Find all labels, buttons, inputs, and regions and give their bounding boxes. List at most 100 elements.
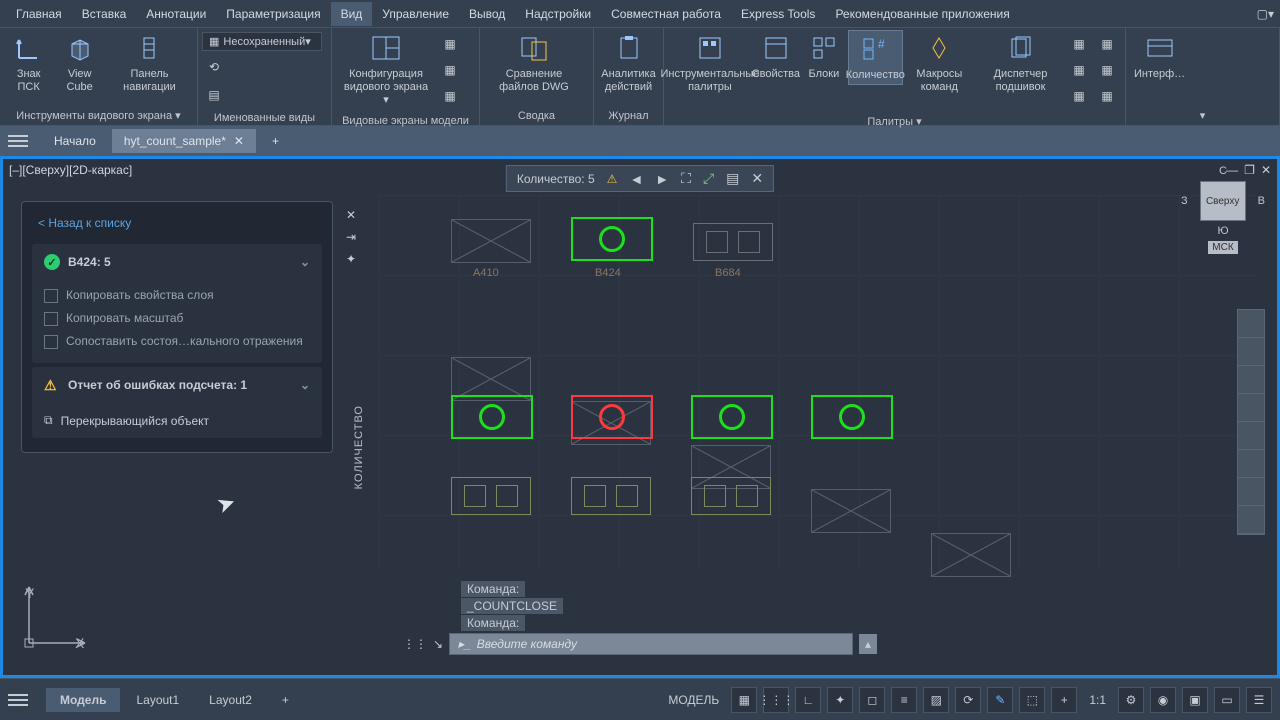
blocks-button[interactable]: Блоки — [800, 30, 848, 83]
match-mirror-state-checkbox[interactable]: Сопоставить состоя…кального отражения — [40, 330, 314, 353]
properties-button[interactable]: Свойства — [752, 30, 800, 83]
status-dyn-icon[interactable]: + — [1051, 687, 1077, 713]
nav-panel-button[interactable]: Панель навигации — [106, 30, 193, 96]
block-b424-error[interactable] — [571, 395, 653, 439]
count-prev-icon[interactable]: ◄ — [629, 171, 643, 187]
layout-tab-add[interactable]: + — [268, 688, 303, 712]
menu-home[interactable]: Главная — [6, 2, 72, 26]
count-next-icon[interactable]: ► — [655, 171, 669, 187]
panel-settings-icon[interactable]: ✦ — [342, 250, 360, 268]
vc-south[interactable]: Ю — [1181, 225, 1265, 237]
named-view-combo[interactable]: ▦Несохраненный▾ — [202, 32, 322, 51]
menu-extra-icon[interactable]: ▢▾ — [1257, 7, 1274, 21]
vc-wcs-badge[interactable]: МСК — [1208, 241, 1237, 254]
ribbon-label-viewport-tools[interactable]: Инструменты видового экрана ▾ — [0, 106, 197, 125]
menu-parametrize[interactable]: Параметризация — [216, 2, 330, 26]
pal-small-4[interactable]: ▦ — [1095, 32, 1119, 56]
block-cross[interactable] — [811, 489, 891, 533]
block-dbl[interactable] — [691, 477, 771, 515]
status-isolate-icon[interactable]: ◉ — [1150, 687, 1176, 713]
pal-small-3[interactable]: ▦ — [1067, 84, 1091, 108]
menu-insert[interactable]: Вставка — [72, 2, 137, 26]
status-clean-icon[interactable]: ▭ — [1214, 687, 1240, 713]
overlapping-object-item[interactable]: ⧉ Перекрывающийся объект — [32, 403, 322, 438]
status-ortho-icon[interactable]: ∟ — [795, 687, 821, 713]
layout-tab-1[interactable]: Layout1 — [122, 688, 193, 712]
count-result-header[interactable]: ✓ B424: 5 ⌄ — [32, 244, 322, 280]
status-cycling-icon[interactable]: ⟳ — [955, 687, 981, 713]
menu-addins[interactable]: Надстройки — [515, 2, 601, 26]
status-model-badge[interactable]: МОДЕЛЬ — [662, 693, 725, 707]
canvas[interactable]: A410 B424 B684 — [379, 195, 1257, 571]
layout-tab-model[interactable]: Модель — [46, 688, 120, 712]
close-tab-icon[interactable]: ✕ — [234, 134, 244, 148]
viewcube-button[interactable]: View Cube — [53, 30, 106, 96]
status-annotation-icon[interactable]: ✎ — [987, 687, 1013, 713]
status-3d-icon[interactable]: ⬚ — [1019, 687, 1045, 713]
count-errors-header[interactable]: ⚠ Отчет об ошибках подсчета: 1 ⌄ — [32, 367, 322, 403]
viewport-config-button[interactable]: Конфигурация видового экрана ▾ — [336, 30, 436, 110]
block-dbl[interactable] — [451, 477, 531, 515]
vc-west[interactable]: З — [1181, 195, 1188, 207]
ribbon-expand[interactable]: ▾ — [1126, 106, 1279, 125]
vp-small-1[interactable]: ▦ — [438, 32, 462, 56]
status-osnap-icon[interactable]: ◻ — [859, 687, 885, 713]
block-dbl[interactable] — [571, 477, 651, 515]
cmd-expand-icon[interactable]: ▴ — [859, 634, 877, 654]
interface-button[interactable]: Интерф… — [1130, 30, 1189, 83]
ribbon-label-palettes[interactable]: Палитры ▾ — [664, 112, 1125, 131]
count-select-icon[interactable]: ⛶ — [681, 170, 691, 187]
layout-tab-2[interactable]: Layout2 — [195, 688, 266, 712]
vp-small-3[interactable]: ▦ — [438, 84, 462, 108]
count-zoom-icon[interactable]: ⤢ — [703, 170, 714, 187]
viewcube-widget[interactable]: С З Сверху В Ю МСК — [1181, 165, 1265, 285]
menu-view[interactable]: Вид — [331, 2, 373, 26]
cmd-recent-icon[interactable]: ↘ — [433, 637, 443, 651]
menu-output[interactable]: Вывод — [459, 2, 515, 26]
menu-manage[interactable]: Управление — [372, 2, 459, 26]
block-b424-counted[interactable] — [811, 395, 893, 439]
status-scale[interactable]: 1:1 — [1083, 693, 1112, 707]
dwg-compare-button[interactable]: Сравнение файлов DWG — [484, 30, 584, 96]
vc-top-face[interactable]: Сверху — [1200, 181, 1246, 221]
copy-scale-checkbox[interactable]: Копировать масштаб — [40, 307, 314, 330]
ucs-sign-button[interactable]: Знак ПСК — [4, 30, 53, 96]
named-view-btn2[interactable]: ▤ — [202, 83, 226, 107]
vc-north[interactable]: С — [1181, 165, 1265, 177]
tab-menu-icon[interactable] — [8, 135, 28, 147]
command-input[interactable]: ▸_Введите команду — [449, 633, 853, 655]
tool-palettes-button[interactable]: Инструментальные палитры — [668, 30, 752, 96]
back-to-list-link[interactable]: < Назад к списку — [26, 206, 328, 240]
status-grid-icon[interactable]: ▦ — [731, 687, 757, 713]
navigation-bar[interactable] — [1237, 309, 1265, 535]
layout-menu-icon[interactable] — [8, 694, 28, 706]
viewport-label[interactable]: [–][Сверху][2D-каркас] — [9, 163, 132, 177]
pal-small-5[interactable]: ▦ — [1095, 58, 1119, 82]
copy-layer-props-checkbox[interactable]: Копировать свойства слоя — [40, 284, 314, 307]
cmd-handle-icon[interactable]: ⋮⋮ — [403, 637, 427, 651]
menu-recommended[interactable]: Рекомендованные приложения — [825, 2, 1019, 26]
block-b684[interactable] — [693, 223, 773, 261]
count-table-icon[interactable]: ▤ — [726, 170, 739, 187]
command-macros-button[interactable]: Макросы команд — [903, 30, 976, 96]
count-vertical-tab[interactable]: КОЛИЧЕСТВО — [351, 399, 367, 495]
status-hardware-icon[interactable]: ▣ — [1182, 687, 1208, 713]
drawing-area[interactable]: [–][Сверху][2D-каркас] — ❐ ✕ Количество:… — [0, 156, 1280, 678]
panel-dock-icon[interactable]: ⇥ — [342, 228, 360, 246]
status-gear-icon[interactable]: ⚙ — [1118, 687, 1144, 713]
panel-close-icon[interactable]: ✕ — [342, 206, 360, 224]
status-polar-icon[interactable]: ✦ — [827, 687, 853, 713]
status-customize-icon[interactable]: ☰ — [1246, 687, 1272, 713]
block-a410[interactable] — [451, 219, 531, 263]
block-cross[interactable] — [931, 533, 1011, 577]
vc-east[interactable]: В — [1258, 195, 1265, 207]
count-close-icon[interactable]: ✕ — [751, 170, 763, 187]
tab-start[interactable]: Начало — [42, 129, 108, 153]
status-snap-icon[interactable]: ⋮⋮⋮ — [763, 687, 789, 713]
pal-small-2[interactable]: ▦ — [1067, 58, 1091, 82]
vp-small-2[interactable]: ▦ — [438, 58, 462, 82]
status-transparency-icon[interactable]: ▨ — [923, 687, 949, 713]
block-b424-counted[interactable] — [451, 395, 533, 439]
warning-icon[interactable]: ⚠ — [607, 172, 618, 186]
named-view-btn1[interactable]: ⟲ — [202, 55, 226, 79]
